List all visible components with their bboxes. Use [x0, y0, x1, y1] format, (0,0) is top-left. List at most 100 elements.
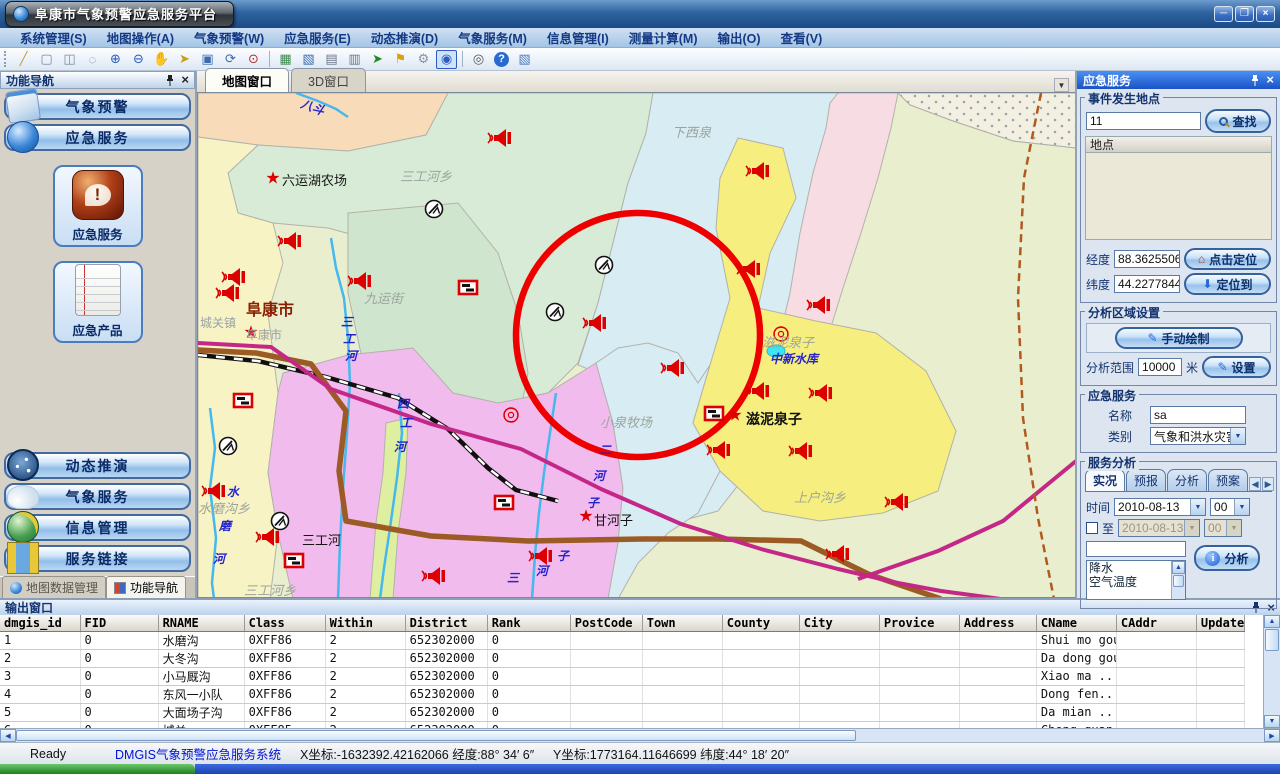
- menu-item-emergency-service[interactable]: 应急服务(E): [274, 27, 361, 48]
- table-row[interactable]: 10水磨沟0XFF8626523020000Shui mo gou: [0, 631, 1245, 649]
- manual-draw-button[interactable]: ✎ 手动绘制: [1115, 327, 1243, 349]
- menu-item-system-management[interactable]: 系统管理(S): [10, 27, 97, 48]
- map-marker-flag[interactable]: [459, 281, 477, 294]
- sidebar-item-emergency-service-shortcut[interactable]: ! 应急服务: [53, 165, 143, 247]
- analysis-range-input[interactable]: 10000: [1138, 358, 1182, 376]
- layer-list-scrollbar[interactable]: ▲: [1171, 561, 1185, 599]
- zoom-out-icon[interactable]: ⊖: [128, 50, 149, 69]
- column-header-County[interactable]: County: [722, 615, 799, 631]
- column-header-CAddr[interactable]: CAddr: [1116, 615, 1196, 631]
- pin-icon[interactable]: [165, 75, 175, 86]
- layer-list[interactable]: 降水空气温度 ▲: [1086, 560, 1186, 600]
- scroll-up-icon[interactable]: ▲: [1172, 561, 1185, 574]
- table-row[interactable]: 40东风一小队0XFF8626523020000Dong fen...: [0, 685, 1245, 703]
- scroll-right-icon[interactable]: ▶: [1264, 729, 1280, 742]
- zoom-in-icon[interactable]: ⊕: [105, 50, 126, 69]
- menu-item-view[interactable]: 查看(V): [771, 27, 833, 48]
- column-header-CName[interactable]: CName: [1036, 615, 1116, 631]
- map-marker-facility[interactable]: [547, 304, 564, 321]
- column-header-RNAME[interactable]: RNAME: [158, 615, 244, 631]
- end-date-select[interactable]: 2010-08-13▼: [1118, 519, 1200, 537]
- menu-item-output[interactable]: 输出(O): [708, 27, 771, 48]
- map-marker-flag[interactable]: [285, 554, 303, 567]
- map-viewport[interactable]: ★: [197, 92, 1075, 598]
- sidebar-item-service-links[interactable]: 服务链接: [4, 545, 191, 572]
- print-icon[interactable]: ▤: [321, 50, 342, 69]
- table-row[interactable]: 20大冬沟0XFF8626523020000Da dong gou: [0, 649, 1245, 667]
- identify-icon[interactable]: ⊙: [243, 50, 264, 69]
- service-type-select[interactable]: 气象和洪水灾害 ▼: [1150, 427, 1246, 445]
- scrollbar-thumb[interactable]: [16, 730, 856, 741]
- click-locate-button[interactable]: ⌂ 点击定位: [1184, 248, 1271, 270]
- find-button[interactable]: 查找: [1205, 109, 1271, 133]
- refresh-icon[interactable]: ⟳: [220, 50, 241, 69]
- column-header-Provice[interactable]: Provice: [879, 615, 959, 631]
- map-marker-flag[interactable]: [234, 394, 252, 407]
- scrollbar-thumb[interactable]: [1265, 629, 1279, 651]
- column-header-Rank[interactable]: Rank: [487, 615, 570, 631]
- close-panel-icon[interactable]: ×: [181, 75, 189, 85]
- pan-icon[interactable]: ✋: [151, 50, 172, 69]
- chevron-down-icon[interactable]: ▼: [1234, 499, 1249, 515]
- menu-item-measure-calculate[interactable]: 测量计算(M): [619, 27, 708, 48]
- pushpin-icon[interactable]: ⚑: [390, 50, 411, 69]
- menu-item-weather-service[interactable]: 气象服务(M): [448, 27, 537, 48]
- hour-select[interactable]: 00▼: [1210, 498, 1250, 516]
- toolbar-grip[interactable]: [4, 51, 8, 67]
- sidebar-item-info-management[interactable]: 信息管理: [4, 514, 191, 541]
- map-marker-star[interactable]: [727, 406, 742, 426]
- column-header-Class[interactable]: Class: [244, 615, 325, 631]
- menu-item-info-management[interactable]: 信息管理(I): [537, 27, 619, 48]
- column-header-District[interactable]: District: [405, 615, 487, 631]
- longitude-input[interactable]: 88.36255061: [1114, 250, 1180, 268]
- tab-分析[interactable]: 分析: [1167, 469, 1207, 491]
- tab-function-nav[interactable]: 功能导航: [106, 576, 186, 598]
- sidebar-item-emergency-product-shortcut[interactable]: 应急产品: [53, 261, 143, 343]
- end-hour-select[interactable]: 00▼: [1204, 519, 1242, 537]
- restore-button[interactable]: ❐: [1235, 6, 1254, 22]
- column-header-Within[interactable]: Within: [325, 615, 405, 631]
- print-preview-icon[interactable]: ▥: [344, 50, 365, 69]
- output-vertical-scrollbar[interactable]: ▲ ▼: [1263, 615, 1280, 728]
- location-search-input[interactable]: 11: [1086, 112, 1201, 130]
- map-marker-flag[interactable]: [705, 407, 723, 420]
- tab-map-data-management[interactable]: 地图数据管理: [2, 576, 106, 598]
- map-canvas[interactable]: ★: [198, 93, 1075, 598]
- select-rect-icon[interactable]: ◫: [59, 50, 80, 69]
- select-lasso-icon[interactable]: ◌: [82, 50, 103, 69]
- tab-scroll-right-icon[interactable]: ▶: [1262, 477, 1274, 491]
- tab-scroll-left-icon[interactable]: ◀: [1249, 477, 1261, 491]
- map-marker-facility[interactable]: [426, 201, 443, 218]
- service-name-input[interactable]: sa: [1150, 406, 1246, 424]
- menu-item-weather-warning[interactable]: 气象预警(W): [184, 27, 274, 48]
- table-row[interactable]: 30小马厩沟0XFF8626523020000Xiao ma ...: [0, 667, 1245, 685]
- start-button-fragment[interactable]: [0, 764, 195, 774]
- scroll-up-icon[interactable]: ▲: [1264, 615, 1280, 628]
- globe-tool-icon[interactable]: ◉: [436, 50, 457, 69]
- map-marker-facility[interactable]: [272, 513, 289, 530]
- column-header-City[interactable]: City: [799, 615, 879, 631]
- taskbar-strip[interactable]: [195, 764, 1280, 774]
- map-marker-star[interactable]: [265, 169, 280, 189]
- minimize-button[interactable]: ─: [1214, 6, 1233, 22]
- tab-map-window[interactable]: 地图窗口: [205, 68, 289, 92]
- sidebar-item-emergency-service[interactable]: 应急服务: [4, 124, 191, 151]
- layer-filter-combo[interactable]: [1086, 541, 1186, 557]
- table-row[interactable]: 60城关0XFF8526523020000Cheng guan: [0, 721, 1245, 728]
- pointer-icon[interactable]: ➤: [174, 50, 195, 69]
- column-header-Address[interactable]: Address: [959, 615, 1036, 631]
- export-image-icon[interactable]: ▧: [514, 50, 535, 69]
- measure-icon[interactable]: ╱: [13, 50, 34, 69]
- table-row[interactable]: 50大面场子沟0XFF8626523020000Da mian ...: [0, 703, 1245, 721]
- full-extent-icon[interactable]: ▣: [197, 50, 218, 69]
- map-tab-overflow-button[interactable]: ▼: [1054, 78, 1069, 92]
- scroll-left-icon[interactable]: ◀: [0, 729, 16, 742]
- pin-icon[interactable]: [1250, 75, 1260, 86]
- settings-gear-icon[interactable]: ⚙: [413, 50, 434, 69]
- help-icon[interactable]: ?: [491, 50, 512, 69]
- sidebar-item-weather-warning[interactable]: 气象预警: [4, 93, 191, 120]
- analyze-button[interactable]: i 分析: [1194, 545, 1260, 571]
- scroll-down-icon[interactable]: ▼: [1264, 715, 1280, 728]
- date-select[interactable]: 2010-08-13▼: [1114, 498, 1206, 516]
- menu-item-map-operation[interactable]: 地图操作(A): [97, 27, 184, 48]
